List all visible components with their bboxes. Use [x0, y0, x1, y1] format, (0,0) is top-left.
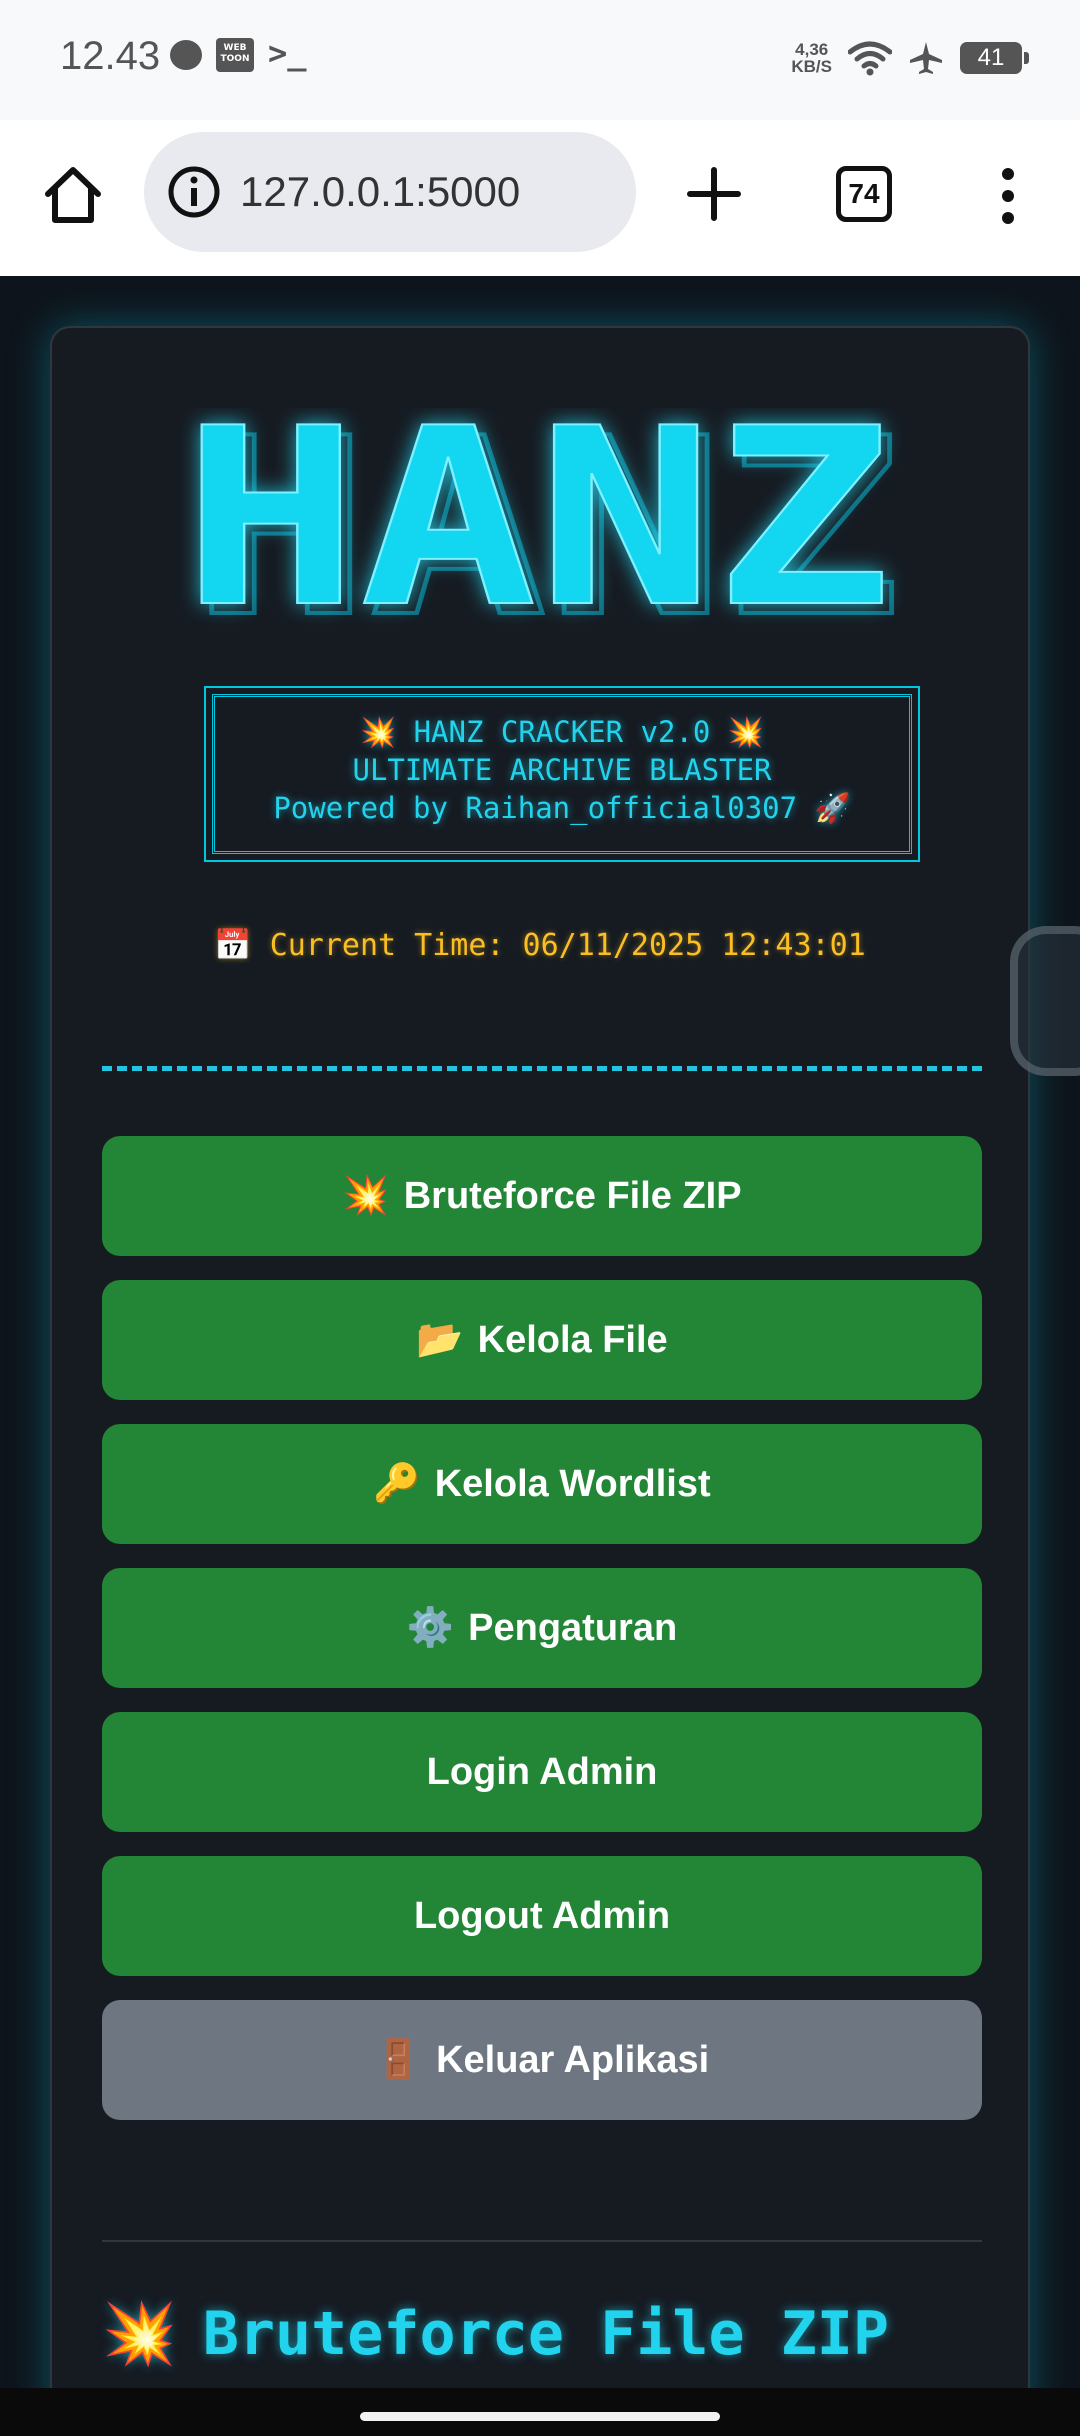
hanz-logo: HANZ HANZ	[181, 408, 904, 638]
banner-subtitle: ULTIMATE ARCHIVE BLASTER	[352, 753, 772, 787]
terminal-icon: >_	[268, 34, 307, 72]
system-icons: 4,36 KB/S 41	[791, 40, 1029, 76]
logout-admin-button[interactable]: Logout Admin	[102, 1856, 982, 1976]
button-label: Pengaturan	[468, 1606, 678, 1649]
message-icon	[170, 40, 202, 70]
section-heading: 💥 Bruteforce File ZIP	[102, 2298, 890, 2370]
exit-app-button[interactable]: 🚪 Keluar Aplikasi	[102, 2000, 982, 2120]
more-vert-icon[interactable]	[996, 164, 1020, 228]
folder-icon: 📂	[416, 1319, 464, 1361]
button-label: Bruteforce File ZIP	[403, 1174, 742, 1217]
floating-side-handle[interactable]	[1010, 926, 1080, 1076]
button-label: Login Admin	[426, 1750, 658, 1793]
web-page: HANZ HANZ 💥 HANZ CRACKER v2.0 💥 ULTIMATE…	[0, 276, 1080, 2388]
network-speed-unit: KB/S	[791, 57, 832, 76]
banner-credit: Powered by Raihan_official0307 🚀	[273, 791, 851, 825]
tabs-icon[interactable]: 74	[836, 166, 892, 222]
section-heading-text: Bruteforce File ZIP	[202, 2298, 890, 2369]
wifi-icon	[848, 41, 892, 76]
key-icon: 🔑	[373, 1463, 421, 1505]
door-icon: 🚪	[374, 2039, 423, 2081]
url-text[interactable]: 127.0.0.1:5000	[240, 168, 520, 216]
button-label: Logout Admin	[413, 1894, 671, 1937]
status-time: 12.43	[60, 34, 161, 78]
button-label: Keluar Aplikasi	[436, 2038, 710, 2081]
explosion-icon: 💥	[342, 1175, 390, 1217]
webtoon-icon: WEB TOON	[216, 38, 254, 72]
main-card: HANZ HANZ 💥 HANZ CRACKER v2.0 💥 ULTIMATE…	[50, 326, 1030, 2388]
button-label: Kelola Wordlist	[434, 1462, 711, 1505]
bruteforce-zip-button[interactable]: 💥 Bruteforce File ZIP	[102, 1136, 982, 1256]
plus-icon[interactable]	[684, 164, 744, 224]
notification-icons: WEB TOON >_	[170, 34, 307, 72]
status-bar: 12.43 WEB TOON >_ 4,36 KB/S 41	[0, 0, 1080, 120]
browser-toolbar: 127.0.0.1:5000 74	[0, 120, 1080, 276]
manage-files-button[interactable]: 📂 Kelola File	[102, 1280, 982, 1400]
dashed-divider	[102, 1066, 982, 1071]
network-speed: 4,36 KB/S	[791, 41, 832, 75]
login-admin-button[interactable]: Login Admin	[102, 1712, 982, 1832]
home-gesture-pill[interactable]	[360, 2412, 720, 2421]
address-bar[interactable]: 127.0.0.1:5000	[144, 132, 636, 252]
settings-button[interactable]: ⚙️ Pengaturan	[102, 1568, 982, 1688]
button-label: Kelola File	[477, 1318, 668, 1361]
manage-wordlist-button[interactable]: 🔑 Kelola Wordlist	[102, 1424, 982, 1544]
banner-title: 💥 HANZ CRACKER v2.0 💥	[360, 715, 764, 749]
current-time-text: Current Time: 06/11/2025 12:43:01	[269, 928, 866, 963]
gear-icon: ⚙️	[406, 1607, 455, 1649]
section-divider	[102, 2240, 982, 2242]
home-icon[interactable]	[38, 160, 108, 230]
airplane-icon	[910, 42, 942, 74]
calendar-icon: 📅	[214, 928, 252, 963]
title-banner: 💥 HANZ CRACKER v2.0 💥 ULTIMATE ARCHIVE B…	[204, 686, 920, 862]
network-speed-value: 4,36	[795, 40, 829, 59]
battery-icon: 41	[960, 42, 1029, 74]
explosion-icon: 💥	[102, 2299, 177, 2369]
current-time: 📅 Current Time: 06/11/2025 12:43:01	[52, 928, 1028, 963]
logo-text: HANZ	[182, 408, 892, 638]
info-icon[interactable]	[166, 164, 222, 220]
gesture-nav-bar	[0, 2388, 1080, 2436]
